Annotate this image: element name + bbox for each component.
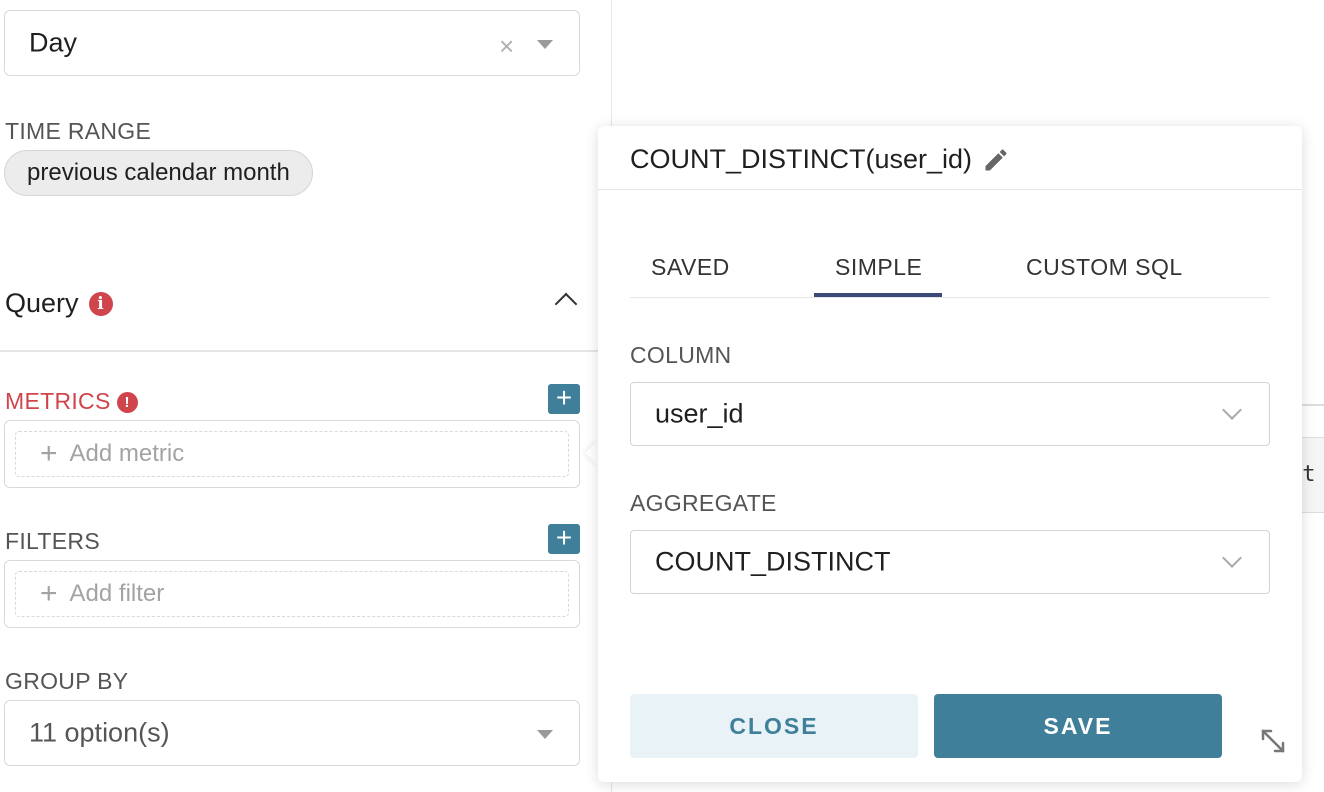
background-divider — [1300, 404, 1324, 406]
group-by-value: 11 option(s) — [29, 717, 170, 748]
column-select[interactable]: user_id — [630, 382, 1270, 446]
add-metric-button[interactable]: + — [548, 384, 580, 414]
metric-tabs: SAVED SIMPLE CUSTOM SQL — [630, 238, 1270, 298]
metric-editor-popover: COUNT_DISTINCT(user_id) SAVED SIMPLE CUS… — [598, 126, 1302, 782]
time-range-pill[interactable]: previous calendar month — [4, 150, 313, 196]
metric-title: COUNT_DISTINCT(user_id) — [630, 144, 973, 174]
time-grain-select[interactable]: Day × — [4, 10, 580, 76]
plus-icon: + — [40, 577, 58, 610]
control-panel: Day × TIME RANGE previous calendar month… — [0, 0, 612, 792]
info-icon[interactable]: i — [88, 291, 113, 316]
add-filter-button[interactable]: + — [548, 524, 580, 554]
column-label: COLUMN — [630, 342, 732, 368]
aggregate-value: COUNT_DISTINCT — [655, 546, 891, 577]
clear-icon[interactable]: × — [499, 33, 514, 59]
query-section-title: Query — [5, 288, 79, 318]
column-value: user_id — [655, 398, 744, 429]
section-divider — [0, 350, 612, 352]
tab-simple[interactable]: SIMPLE — [835, 254, 922, 281]
pencil-icon[interactable] — [982, 146, 1010, 174]
time-range-label: TIME RANGE — [5, 118, 152, 144]
time-grain-value: Day — [29, 27, 78, 58]
plus-icon: + — [40, 437, 58, 470]
caret-down-icon[interactable] — [537, 730, 553, 739]
filters-drop-area: + Add filter — [4, 560, 580, 628]
chevron-down-icon — [1222, 548, 1242, 568]
metrics-label: METRICS — [5, 388, 111, 414]
aggregate-label: AGGREGATE — [630, 490, 777, 516]
close-button[interactable]: CLOSE — [630, 694, 918, 758]
group-by-select[interactable]: 11 option(s) — [4, 700, 580, 766]
metrics-drop-area: + Add metric — [4, 420, 580, 488]
caret-down-icon[interactable] — [537, 40, 553, 49]
expand-icon[interactable] — [1258, 726, 1288, 756]
chevron-up-icon[interactable] — [554, 292, 578, 316]
query-section-header[interactable]: Query i — [5, 288, 113, 319]
group-by-label: GROUP BY — [5, 668, 129, 694]
add-filter-placeholder[interactable]: + Add filter — [15, 571, 569, 617]
add-filter-text: Add filter — [69, 580, 165, 607]
tab-saved[interactable]: SAVED — [651, 254, 730, 281]
popover-title-row[interactable]: COUNT_DISTINCT(user_id) — [630, 144, 1010, 175]
tab-custom-sql[interactable]: CUSTOM SQL — [1026, 254, 1183, 281]
add-metric-text: Add metric — [69, 440, 185, 467]
warning-icon[interactable]: ! — [116, 392, 138, 414]
add-metric-placeholder[interactable]: + Add metric — [15, 431, 569, 477]
filters-label: FILTERS — [5, 528, 100, 554]
aggregate-select[interactable]: COUNT_DISTINCT — [630, 530, 1270, 594]
metrics-label-row: METRICS! — [5, 388, 138, 415]
active-tab-indicator — [814, 293, 942, 297]
popover-header: COUNT_DISTINCT(user_id) — [598, 126, 1302, 190]
save-button[interactable]: SAVE — [934, 694, 1222, 758]
chevron-down-icon — [1222, 400, 1242, 420]
